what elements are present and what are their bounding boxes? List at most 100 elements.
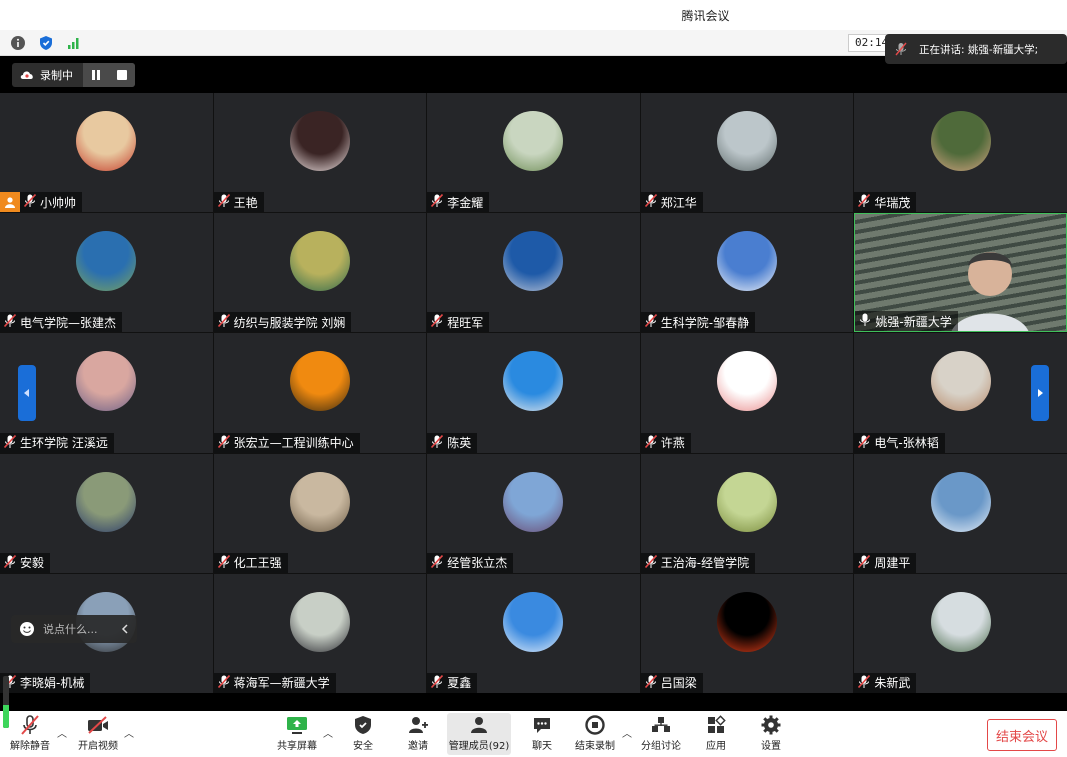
apps-label: 应用 (706, 741, 726, 752)
participant-avatar (717, 351, 778, 412)
camera-off-icon (88, 716, 108, 734)
mic-muted-icon (431, 194, 444, 210)
share-screen-label: 共享屏幕 (277, 741, 317, 752)
participant-tile[interactable]: 经管张立杰 (427, 453, 640, 573)
participant-name: 张宏立—工程训练中心 (233, 436, 354, 451)
participant-tile[interactable]: 小帅帅 (0, 93, 213, 213)
mic-muted-icon (217, 674, 230, 691)
participant-tile[interactable]: 华瑞茂 (854, 93, 1067, 213)
mic-muted-icon (644, 314, 657, 330)
mic-muted-icon (3, 554, 17, 571)
next-page-button[interactable] (1031, 365, 1049, 421)
participant-avatar (76, 351, 137, 412)
mic-muted-icon (858, 554, 871, 571)
video-options-chevron-icon[interactable]: ︿ (124, 725, 134, 740)
participant-avatar (289, 471, 350, 532)
speaking-indicator: 正在讲话: 姚强-新疆大学; (885, 34, 1067, 64)
participant-tile[interactable]: 周建平 (854, 453, 1067, 573)
security-shield-icon (355, 716, 371, 734)
manage-members-button[interactable]: 管理成员(92) (447, 713, 511, 755)
participant-tile[interactable]: 生科学院-邹春静 (640, 213, 854, 333)
stop-recording-button[interactable] (109, 63, 135, 87)
unmute-button[interactable]: 解除静音 (8, 713, 52, 755)
apps-button[interactable]: 应用 (700, 713, 732, 755)
participant-avatar (76, 231, 137, 292)
participant-tile[interactable]: 王艳 (213, 93, 427, 213)
manage-members-label: 管理成员(92) (448, 741, 510, 752)
participant-tile[interactable]: 许燕 (640, 333, 854, 453)
participant-tile[interactable]: 陈英 (427, 333, 640, 453)
participant-name: 李金耀 (447, 195, 484, 210)
pause-recording-button[interactable] (83, 63, 109, 87)
mic-muted-icon (217, 434, 230, 451)
participant-avatar (289, 591, 350, 652)
recording-label: 录制中 (40, 69, 73, 82)
participant-nameplate: 夏鑫 (427, 672, 478, 693)
participant-tile[interactable]: 电气学院—张建杰 (0, 213, 213, 333)
security-label: 安全 (353, 741, 373, 752)
audio-options-chevron-icon[interactable]: ︿ (57, 725, 67, 740)
participant-avatar (76, 111, 137, 171)
participant-avatar (930, 591, 991, 652)
participant-tile[interactable]: 朱新武 (854, 573, 1067, 693)
participant-tile[interactable]: 蒋海军—新疆大学 (213, 573, 427, 693)
participant-name: 生环学院 汪溪远 (20, 436, 108, 451)
participant-name: 王艳 (233, 195, 258, 210)
participant-name: 小帅帅 (40, 195, 77, 210)
participant-tile[interactable]: 姚强-新疆大学 (854, 213, 1067, 333)
chat-label: 聊天 (532, 741, 552, 752)
participant-avatar (76, 471, 137, 532)
info-icon[interactable] (10, 35, 26, 51)
participant-avatar (717, 111, 778, 171)
participant-nameplate: 生科学院-邹春静 (640, 312, 756, 333)
prev-page-button[interactable] (18, 365, 36, 421)
participant-tile[interactable]: 程旺军 (427, 213, 640, 333)
participant-avatar (717, 471, 778, 532)
chat-button[interactable]: 聊天 (524, 713, 560, 755)
shield-icon[interactable] (38, 35, 54, 51)
mic-muted-icon (3, 314, 17, 330)
participant-tile[interactable]: 张宏立—工程训练中心 (213, 333, 427, 453)
end-recording-button[interactable]: 结束录制 (572, 713, 618, 755)
participant-nameplate: 经管张立杰 (427, 552, 514, 573)
security-button[interactable]: 安全 (345, 713, 381, 755)
participant-avatar (289, 351, 350, 412)
participant-nameplate: 小帅帅 (0, 192, 83, 213)
participant-tile[interactable]: 纺织与服装学院 刘娴 (213, 213, 427, 333)
participant-name: 郑江华 (660, 195, 697, 210)
participant-tile[interactable]: 李金耀 (427, 93, 640, 213)
share-options-chevron-icon[interactable]: ︿ (323, 725, 333, 740)
participant-tile[interactable]: 化工王强 (213, 453, 427, 573)
participant-tile[interactable]: 郑江华 (640, 93, 854, 213)
signal-icon[interactable] (66, 35, 82, 51)
emoji-icon[interactable] (19, 621, 35, 637)
collapse-chat-icon[interactable] (121, 624, 129, 634)
participant-tile[interactable]: 安毅 (0, 453, 213, 573)
participant-avatar (717, 591, 778, 652)
mic-level-meter (3, 676, 9, 728)
speaking-mic-icon (895, 42, 907, 56)
start-video-button[interactable]: 开启视频 (74, 713, 122, 755)
participant-tile[interactable]: 吕国梁 (640, 573, 854, 693)
grid-footer (0, 693, 1067, 711)
mic-icon (859, 313, 871, 329)
participant-name: 蒋海军—新疆大学 (233, 676, 330, 691)
chat-input-overlay[interactable]: 说点什么... (11, 615, 137, 643)
settings-button[interactable]: 设置 (755, 713, 787, 755)
invite-button[interactable]: 邀请 (400, 713, 436, 755)
participant-grid: 小帅帅 王艳 李金耀 郑江华 华瑞茂电气学院—张建杰 纺织与服装学院 刘娴 程旺军 生科学院-… (0, 93, 1067, 693)
share-screen-button[interactable]: 共享屏幕 (275, 713, 319, 755)
participant-tile[interactable]: 王治海-经管学院 (640, 453, 854, 573)
participant-name: 安毅 (20, 556, 45, 571)
participant-name: 姚强-新疆大学 (875, 314, 952, 329)
participant-avatar (503, 591, 564, 652)
mic-muted-icon (431, 434, 444, 451)
participant-tile[interactable]: 夏鑫 (427, 573, 640, 693)
record-options-chevron-icon[interactable]: ︿ (622, 725, 632, 740)
chat-placeholder: 说点什么... (43, 623, 98, 636)
breakout-button[interactable]: 分组讨论 (639, 713, 683, 755)
participant-name: 生科学院-邹春静 (660, 315, 750, 330)
end-meeting-button[interactable]: 结束会议 (987, 719, 1057, 751)
mic-muted-icon (858, 674, 871, 691)
mic-muted-icon (644, 194, 657, 210)
